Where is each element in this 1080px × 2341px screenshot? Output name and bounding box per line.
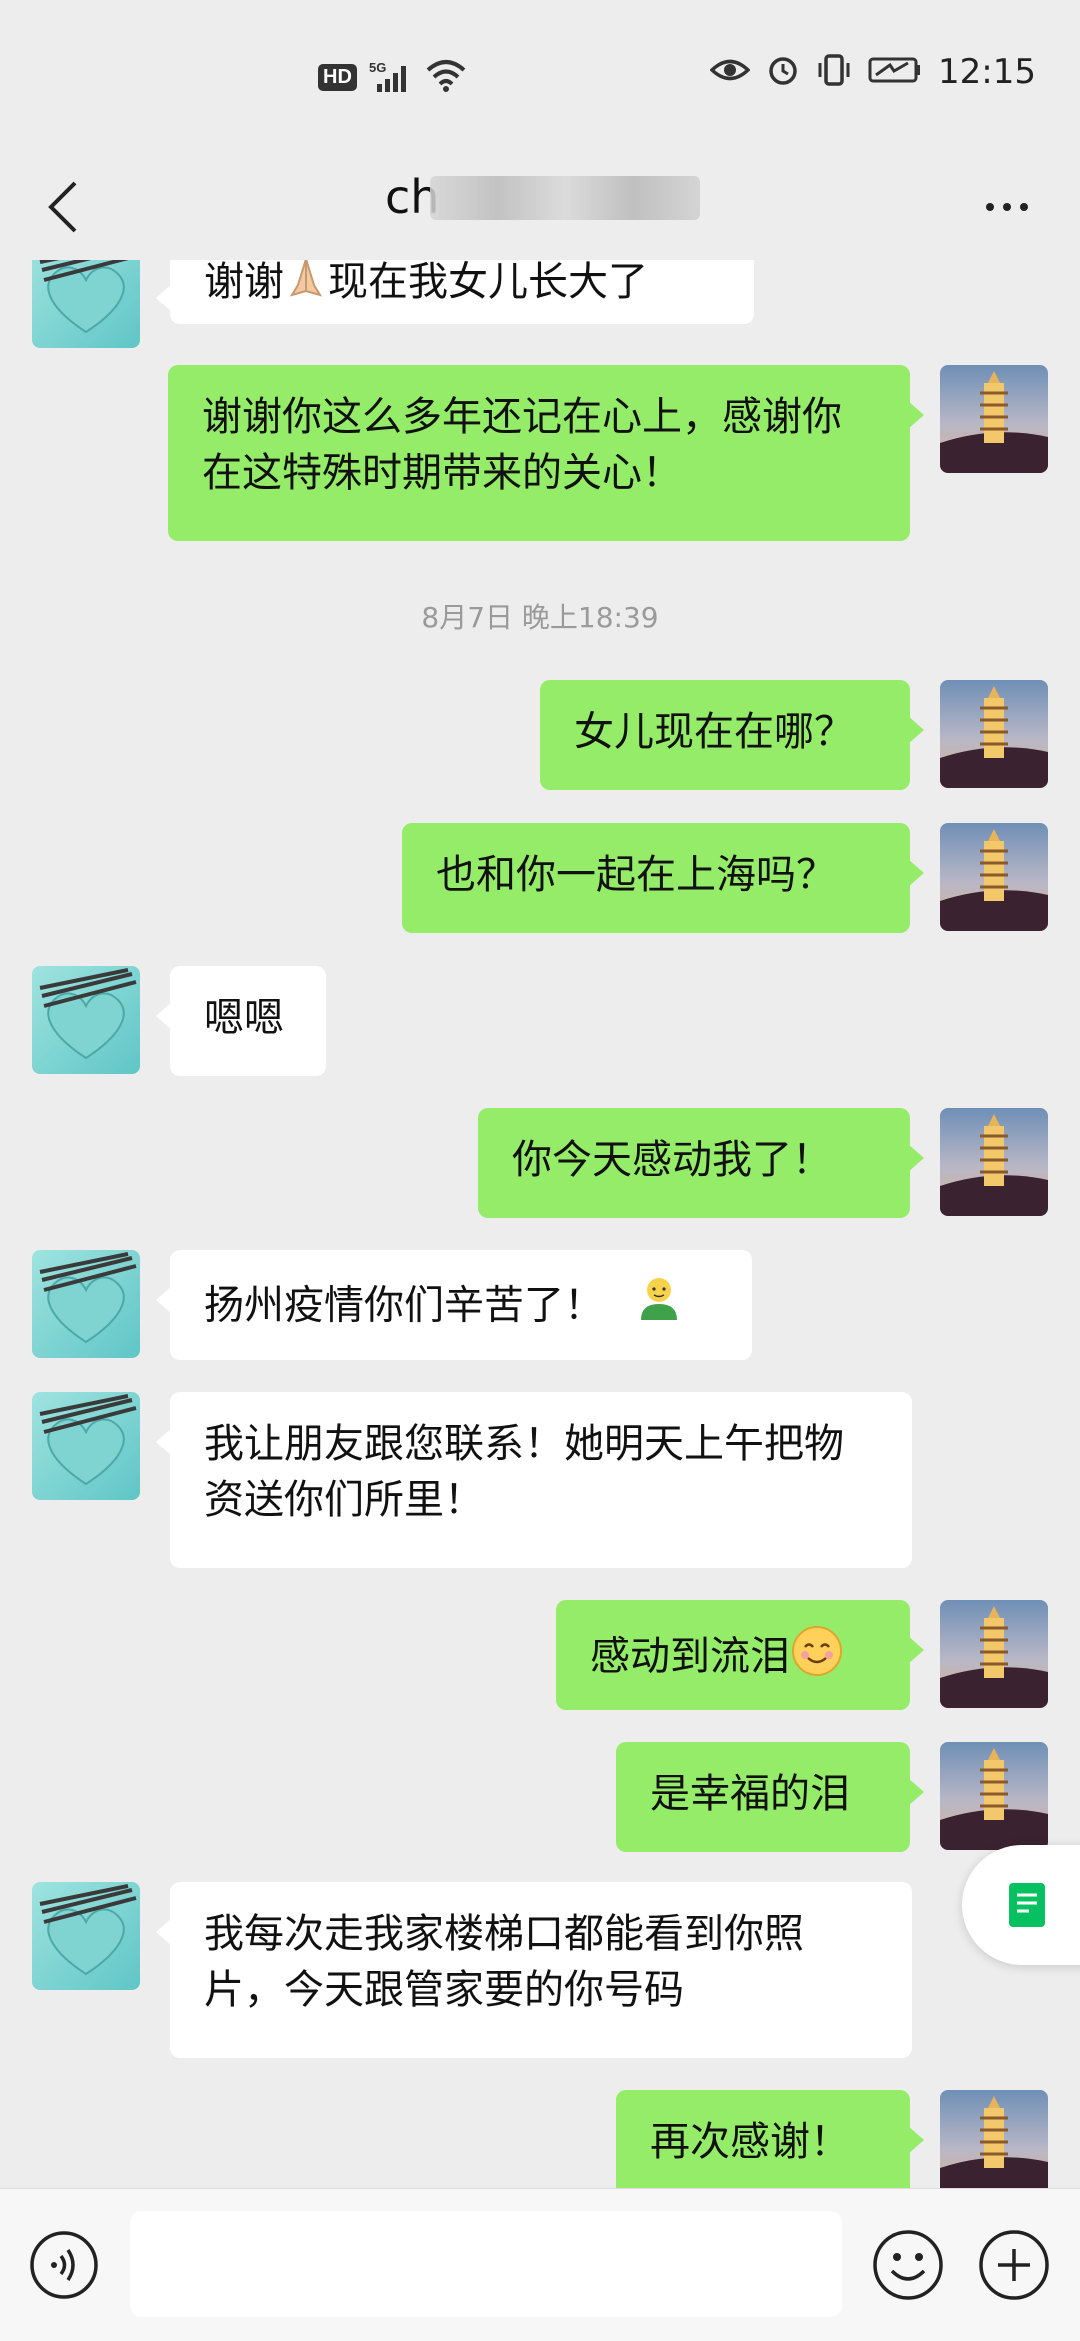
message-bubble[interactable]: 女儿现在在哪？ <box>540 680 924 790</box>
message-input[interactable] <box>130 2211 842 2317</box>
nav-bar: ch <box>0 150 1080 260</box>
my-avatar[interactable] <box>940 1108 1048 1216</box>
input-bar <box>0 2188 1080 2341</box>
my-avatar[interactable] <box>940 823 1048 931</box>
smiling-face-emoji <box>790 1624 844 1693</box>
message-text: 谢谢 <box>204 260 284 305</box>
vibrate-icon <box>816 53 852 91</box>
my-avatar[interactable] <box>940 1742 1048 1850</box>
plus-button[interactable] <box>976 2227 1052 2303</box>
message-bubble[interactable]: 也和你一起在上海吗？ <box>402 823 924 933</box>
message-text: 你今天感动我了！ <box>512 1137 832 1183</box>
message-text: 现在我女儿长大了 <box>328 260 648 305</box>
voice-icon <box>30 2231 98 2299</box>
message-bubble[interactable]: 再次感谢！ <box>616 2090 924 2190</box>
contact-avatar[interactable] <box>32 1250 140 1358</box>
emoji-button[interactable] <box>870 2227 946 2303</box>
message-bubble[interactable]: 嗯嗯 <box>156 966 326 1076</box>
message-timestamp: 8月7日 晚上18:39 <box>421 601 659 634</box>
title-blur-mask <box>430 176 700 220</box>
floating-note-button[interactable] <box>962 1845 1080 1965</box>
contact-avatar[interactable] <box>32 1392 140 1500</box>
chat-area[interactable]: 谢谢 现在我女儿长大了 谢谢你这么多年还记在心上，感谢你在这特殊时期带来的关心！ … <box>0 260 1080 2190</box>
contact-avatar[interactable] <box>32 966 140 1074</box>
green-person-emoji <box>633 1274 685 1341</box>
message-bubble[interactable]: 你今天感动我了！ <box>478 1108 924 1218</box>
signal-icon: 5G <box>369 60 413 94</box>
message-bubble[interactable]: 是幸福的泪 <box>616 1742 924 1852</box>
message-bubble[interactable]: 扬州疫情你们辛苦了！ <box>156 1250 752 1360</box>
message-text: 谢谢你这么多年还记在心上，感谢你在这特殊时期带来的关心！ <box>202 394 842 496</box>
message-text: 我让朋友跟您联系！她明天上午把物资送你们所里！ <box>204 1421 844 1523</box>
more-dots-icon <box>986 203 994 211</box>
my-avatar[interactable] <box>940 680 1048 788</box>
plus-icon <box>979 2230 1049 2300</box>
message-text: 我每次走我家楼梯口都能看到你照片，今天跟管家要的你号码 <box>204 1911 804 2013</box>
battery-icon <box>868 55 922 89</box>
folded-hands-emoji <box>284 260 328 314</box>
message-text: 女儿现在在哪？ <box>574 709 854 755</box>
message-bubble[interactable]: 我让朋友跟您联系！她明天上午把物资送你们所里！ <box>156 1392 912 1568</box>
more-button[interactable] <box>962 172 1052 242</box>
alarm-icon <box>766 53 800 91</box>
message-text: 也和你一起在上海吗？ <box>436 852 836 898</box>
status-time: 12:15 <box>938 52 1036 92</box>
my-avatar[interactable] <box>940 1600 1048 1708</box>
message-text: 扬州疫情你们辛苦了！ <box>204 1282 604 1329</box>
my-avatar[interactable] <box>940 2090 1048 2190</box>
message-text: 是幸福的泪 <box>650 1771 850 1817</box>
emoji-icon <box>873 2230 943 2300</box>
contact-avatar[interactable] <box>32 1882 140 1990</box>
message-bubble[interactable]: 谢谢你这么多年还记在心上，感谢你在这特殊时期带来的关心！ <box>168 365 924 541</box>
message-text: 嗯嗯 <box>204 995 284 1041</box>
voice-button[interactable] <box>28 2229 100 2301</box>
message-bubble[interactable]: 我每次走我家楼梯口都能看到你照片，今天跟管家要的你号码 <box>156 1882 912 2058</box>
eye-icon <box>709 55 751 89</box>
note-icon <box>1009 1883 1045 1927</box>
back-button[interactable] <box>28 172 98 242</box>
contact-avatar[interactable] <box>32 260 140 348</box>
message-text: 再次感谢！ <box>650 2119 850 2165</box>
chevron-left-icon <box>48 181 77 233</box>
message-text: 感动到流泪 <box>590 1633 790 1680</box>
my-avatar[interactable] <box>940 365 1048 473</box>
message-bubble[interactable]: 感动到流泪 <box>556 1600 924 1710</box>
wifi-icon <box>425 58 467 96</box>
network-label: 5G <box>369 60 386 75</box>
status-right: 12:15 <box>709 52 1036 92</box>
status-bar: HD 5G 12:15 <box>0 0 1080 150</box>
hd-badge: HD <box>318 63 357 91</box>
message-bubble[interactable]: 谢谢 现在我女儿长大了 <box>156 260 754 324</box>
status-left: HD 5G <box>318 58 467 96</box>
